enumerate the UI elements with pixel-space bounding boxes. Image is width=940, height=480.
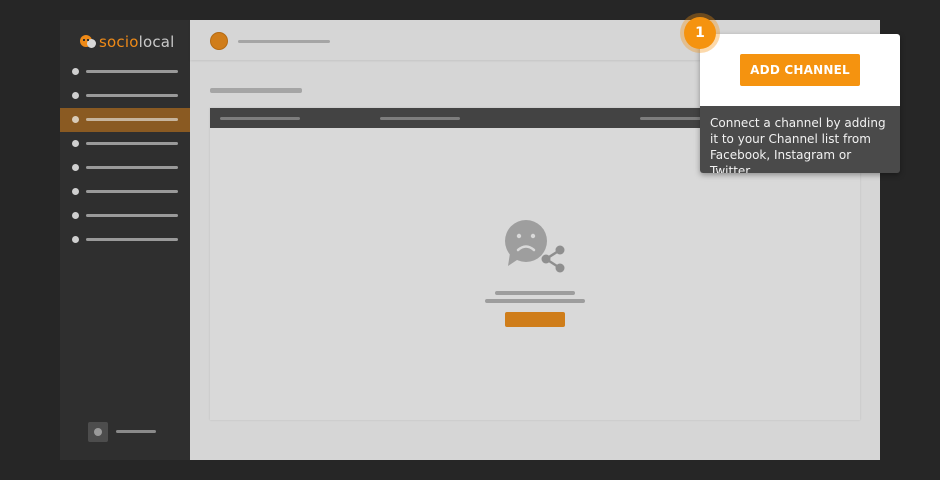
nav-dot-icon: [72, 140, 79, 147]
nav-dot-icon: [72, 212, 79, 219]
sidebar-item-label-placeholder: [86, 190, 178, 193]
column-header-placeholder: [380, 117, 460, 120]
sidebar-item-label-placeholder: [86, 238, 178, 241]
sidebar-item-4[interactable]: [60, 132, 190, 156]
empty-state-text-placeholder: [495, 291, 575, 295]
sidebar: sociolocal: [60, 20, 190, 460]
nav-dot-icon: [72, 68, 79, 75]
nav-dot-icon: [72, 236, 79, 243]
tooltip-description: Connect a channel by adding it to your C…: [710, 116, 886, 173]
sidebar-item-7[interactable]: [60, 204, 190, 228]
sidebar-item-label-placeholder: [86, 142, 178, 145]
user-name-placeholder: [116, 430, 156, 433]
sidebar-item-8[interactable]: [60, 228, 190, 252]
chat-bubble-logo-icon: [80, 34, 96, 50]
sidebar-item-label-placeholder: [86, 118, 178, 121]
nav-dot-icon: [72, 164, 79, 171]
step-number-badge: 1: [684, 17, 716, 49]
sidebar-item-label-placeholder: [86, 70, 178, 73]
sidebar-item-label-placeholder: [86, 166, 178, 169]
brand-name: sociolocal: [99, 33, 175, 51]
user-avatar-icon[interactable]: [88, 422, 108, 442]
tooltip-action-area: ADD CHANNEL: [700, 34, 900, 106]
logo[interactable]: sociolocal: [80, 32, 175, 52]
nav-dot-icon: [72, 92, 79, 99]
brand-name-part2: local: [138, 33, 175, 51]
sidebar-item-1[interactable]: [60, 60, 190, 84]
account-name-placeholder: [238, 40, 330, 43]
nav-dot-icon: [72, 116, 79, 123]
empty-state-button[interactable]: [505, 312, 565, 327]
sidebar-item-6[interactable]: [60, 180, 190, 204]
onboarding-tooltip: ADD CHANNEL Connect a channel by adding …: [700, 34, 900, 173]
sidebar-item-label-placeholder: [86, 94, 178, 97]
add-channel-button[interactable]: ADD CHANNEL: [740, 54, 860, 86]
sidebar-item-5[interactable]: [60, 156, 190, 180]
brand-name-part1: socio: [99, 33, 139, 51]
empty-state-text-placeholder: [485, 299, 585, 303]
sidebar-item-label-placeholder: [86, 214, 178, 217]
sad-face-share-icon: [505, 220, 565, 273]
account-avatar[interactable]: [210, 32, 228, 50]
sidebar-item-3-active[interactable]: [60, 108, 190, 132]
tooltip-description-area: Connect a channel by adding it to your C…: [700, 106, 900, 173]
sidebar-item-2[interactable]: [60, 84, 190, 108]
column-header-placeholder: [220, 117, 300, 120]
nav-dot-icon: [72, 188, 79, 195]
page-title-placeholder: [210, 88, 302, 93]
